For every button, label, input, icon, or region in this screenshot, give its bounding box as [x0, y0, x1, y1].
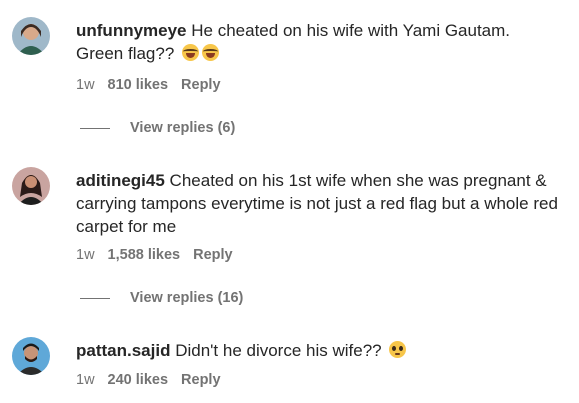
divider-line [80, 127, 110, 129]
view-replies-button[interactable]: View replies (6) [80, 120, 235, 136]
reply-button[interactable]: Reply [193, 247, 233, 263]
reply-button[interactable]: Reply [181, 77, 221, 93]
comment-meta: 1w 240 likes Reply [76, 372, 221, 388]
comment-time: 1w [76, 77, 95, 93]
avatar[interactable] [12, 337, 50, 375]
comment-meta: 1w 1,588 likes Reply [76, 247, 233, 263]
view-replies-label: View replies (16) [130, 290, 244, 306]
comment-text: pattan.sajid Didn't he divorce his wife?… [76, 339, 561, 362]
divider-line [80, 297, 110, 299]
pleading-face-icon [389, 341, 407, 358]
comment-username[interactable]: pattan.sajid [76, 341, 170, 360]
likes-count[interactable]: 1,588 likes [108, 247, 181, 263]
comment-meta: 1w 810 likes Reply [76, 77, 221, 93]
comment-username[interactable]: aditinegi45 [76, 171, 165, 190]
view-replies-button[interactable]: View replies (16) [80, 290, 243, 306]
comment-text: aditinegi45 Cheated on his 1st wife when… [76, 169, 561, 238]
reply-button[interactable]: Reply [181, 372, 221, 388]
laughing-tears-icon [202, 44, 220, 61]
view-replies-label: View replies (6) [130, 120, 236, 136]
comment-time: 1w [76, 372, 95, 388]
likes-count[interactable]: 240 likes [108, 372, 168, 388]
likes-count[interactable]: 810 likes [108, 77, 168, 93]
comment-text: unfunnymeye He cheated on his wife with … [76, 19, 561, 65]
avatar[interactable] [12, 167, 50, 205]
comment-username[interactable]: unfunnymeye [76, 21, 187, 40]
comment-body: Didn't he divorce his wife?? [175, 341, 382, 360]
comment-time: 1w [76, 247, 95, 263]
avatar[interactable] [12, 17, 50, 55]
laughing-tears-icon [182, 44, 200, 61]
